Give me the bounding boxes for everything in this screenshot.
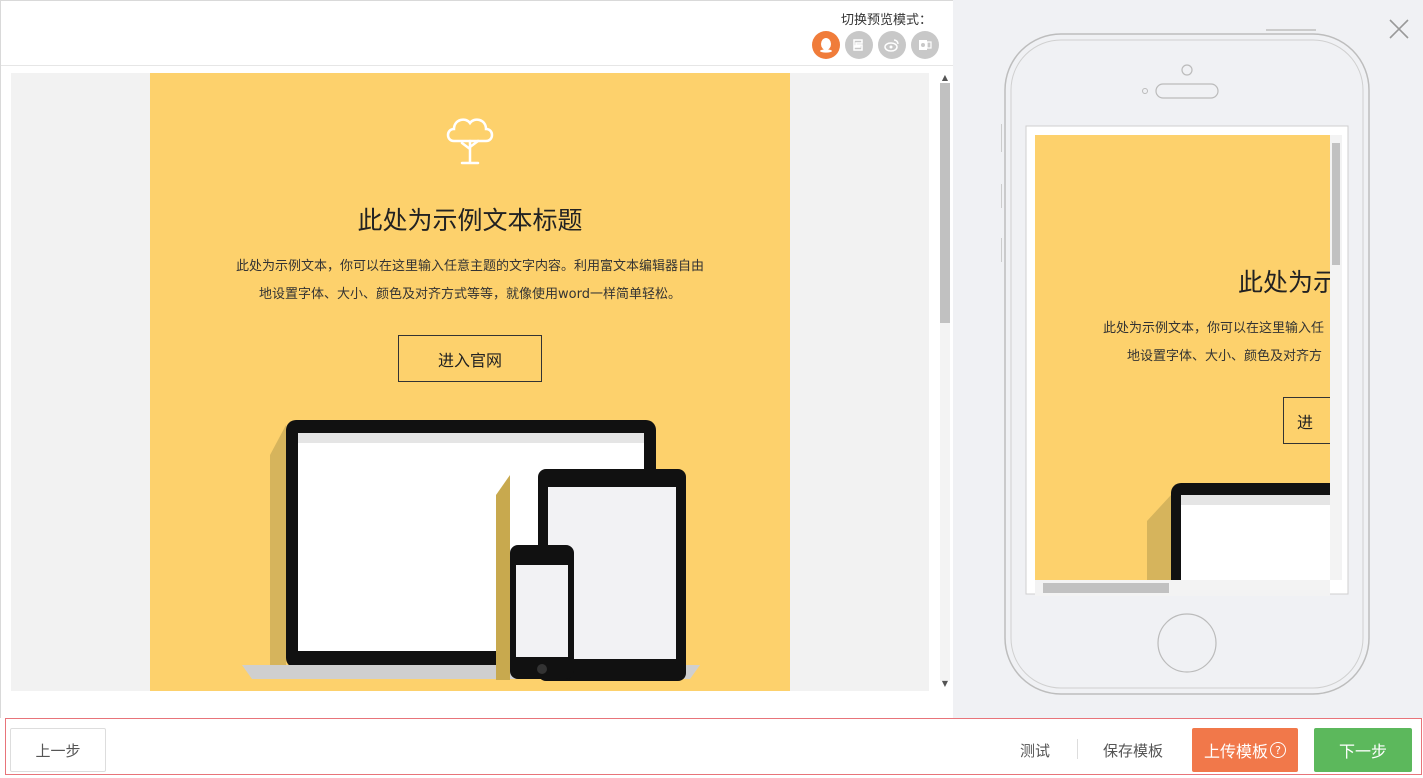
mobile-visit-website-button[interactable]: 进 — [1283, 397, 1330, 444]
devices-illustration — [242, 420, 700, 681]
scroll-down-arrow-icon[interactable]: ▼ — [938, 679, 952, 689]
previous-step-button[interactable]: 上一步 — [10, 728, 106, 772]
mobile-preview-panel: 此处为示 此处为示例文本，你可以在这里输入任 地设置字体、大小、颜色及对齐方 进 — [953, 0, 1423, 718]
mobile-button-label: 进 — [1296, 412, 1313, 432]
mobile-email-screen: 此处为示 此处为示例文本，你可以在这里输入任 地设置字体、大小、颜色及对齐方 进 — [1035, 135, 1330, 580]
weibo-mode-icon[interactable] — [878, 31, 906, 59]
help-icon[interactable]: ? — [1270, 742, 1286, 758]
mobile-email-title: 此处为示 — [1238, 268, 1330, 297]
footer-divider — [1077, 739, 1078, 759]
mobile-body-line-2: 地设置字体、大小、颜色及对齐方 — [1127, 349, 1323, 364]
email-body-text: 此处为示例文本，你可以在这里输入任意主题的文字内容。利用富文本编辑器自由 地设置… — [210, 253, 730, 309]
save-template-button[interactable]: 保存模板 — [1103, 728, 1163, 772]
tree-icon — [446, 118, 494, 165]
email-card: 此处为示例文本标题 此处为示例文本，你可以在这里输入任意主题的文字内容。利用富文… — [150, 73, 790, 691]
email-preview-canvas: 此处为示例文本标题 此处为示例文本，你可以在这里输入任意主题的文字内容。利用富文… — [11, 73, 929, 691]
preview-vertical-scrollbar[interactable]: ▲ ▼ — [938, 73, 952, 691]
outlook-mode-icon[interactable] — [911, 31, 939, 59]
preview-mode-label: 切换预览模式： — [841, 13, 933, 28]
mobile-devices-illustration — [1147, 483, 1330, 580]
test-button[interactable]: 测试 — [1020, 728, 1050, 772]
toolbar-divider — [1, 65, 954, 66]
qq-mail-mode-icon[interactable] — [812, 31, 840, 59]
email-body-line-1: 此处为示例文本，你可以在这里输入任意主题的文字内容。利用富文本编辑器自由 — [235, 259, 704, 274]
mobile-vertical-scrollbar[interactable] — [1330, 135, 1342, 580]
desktop-preview-panel: 切换预览模式： 此处为示例文本标题 此处为示例文本，你可以在这里输入任意主题的文… — [0, 0, 954, 718]
mobile-email-body: 此处为示例文本，你可以在这里输入任 地设置字体、大小、颜色及对齐方 — [1103, 315, 1324, 371]
footer-action-bar: 上一步 测试 保存模板 上传模板 ? 下一步 — [5, 718, 1422, 775]
mobile-horizontal-scrollbar[interactable] — [1035, 580, 1330, 596]
scroll-thumb[interactable] — [940, 83, 950, 323]
netease-mail-mode-icon[interactable] — [845, 31, 873, 59]
visit-website-button[interactable]: 进入官网 — [398, 335, 542, 382]
close-icon[interactable] — [1386, 16, 1412, 42]
upload-template-button[interactable]: 上传模板 ? — [1192, 728, 1298, 772]
upload-template-label: 上传模板 — [1203, 742, 1268, 761]
mobile-body-line-1: 此处为示例文本，你可以在这里输入任 — [1103, 321, 1325, 336]
mobile-hscroll-thumb[interactable] — [1043, 583, 1169, 593]
next-step-button[interactable]: 下一步 — [1314, 728, 1412, 772]
email-title: 此处为示例文本标题 — [357, 206, 583, 235]
email-body-line-2: 地设置字体、大小、颜色及对齐方式等等，就像使用word一样简单轻松。 — [259, 287, 681, 302]
mobile-scroll-thumb[interactable] — [1332, 143, 1340, 265]
scroll-up-arrow-icon[interactable]: ▲ — [938, 73, 952, 83]
